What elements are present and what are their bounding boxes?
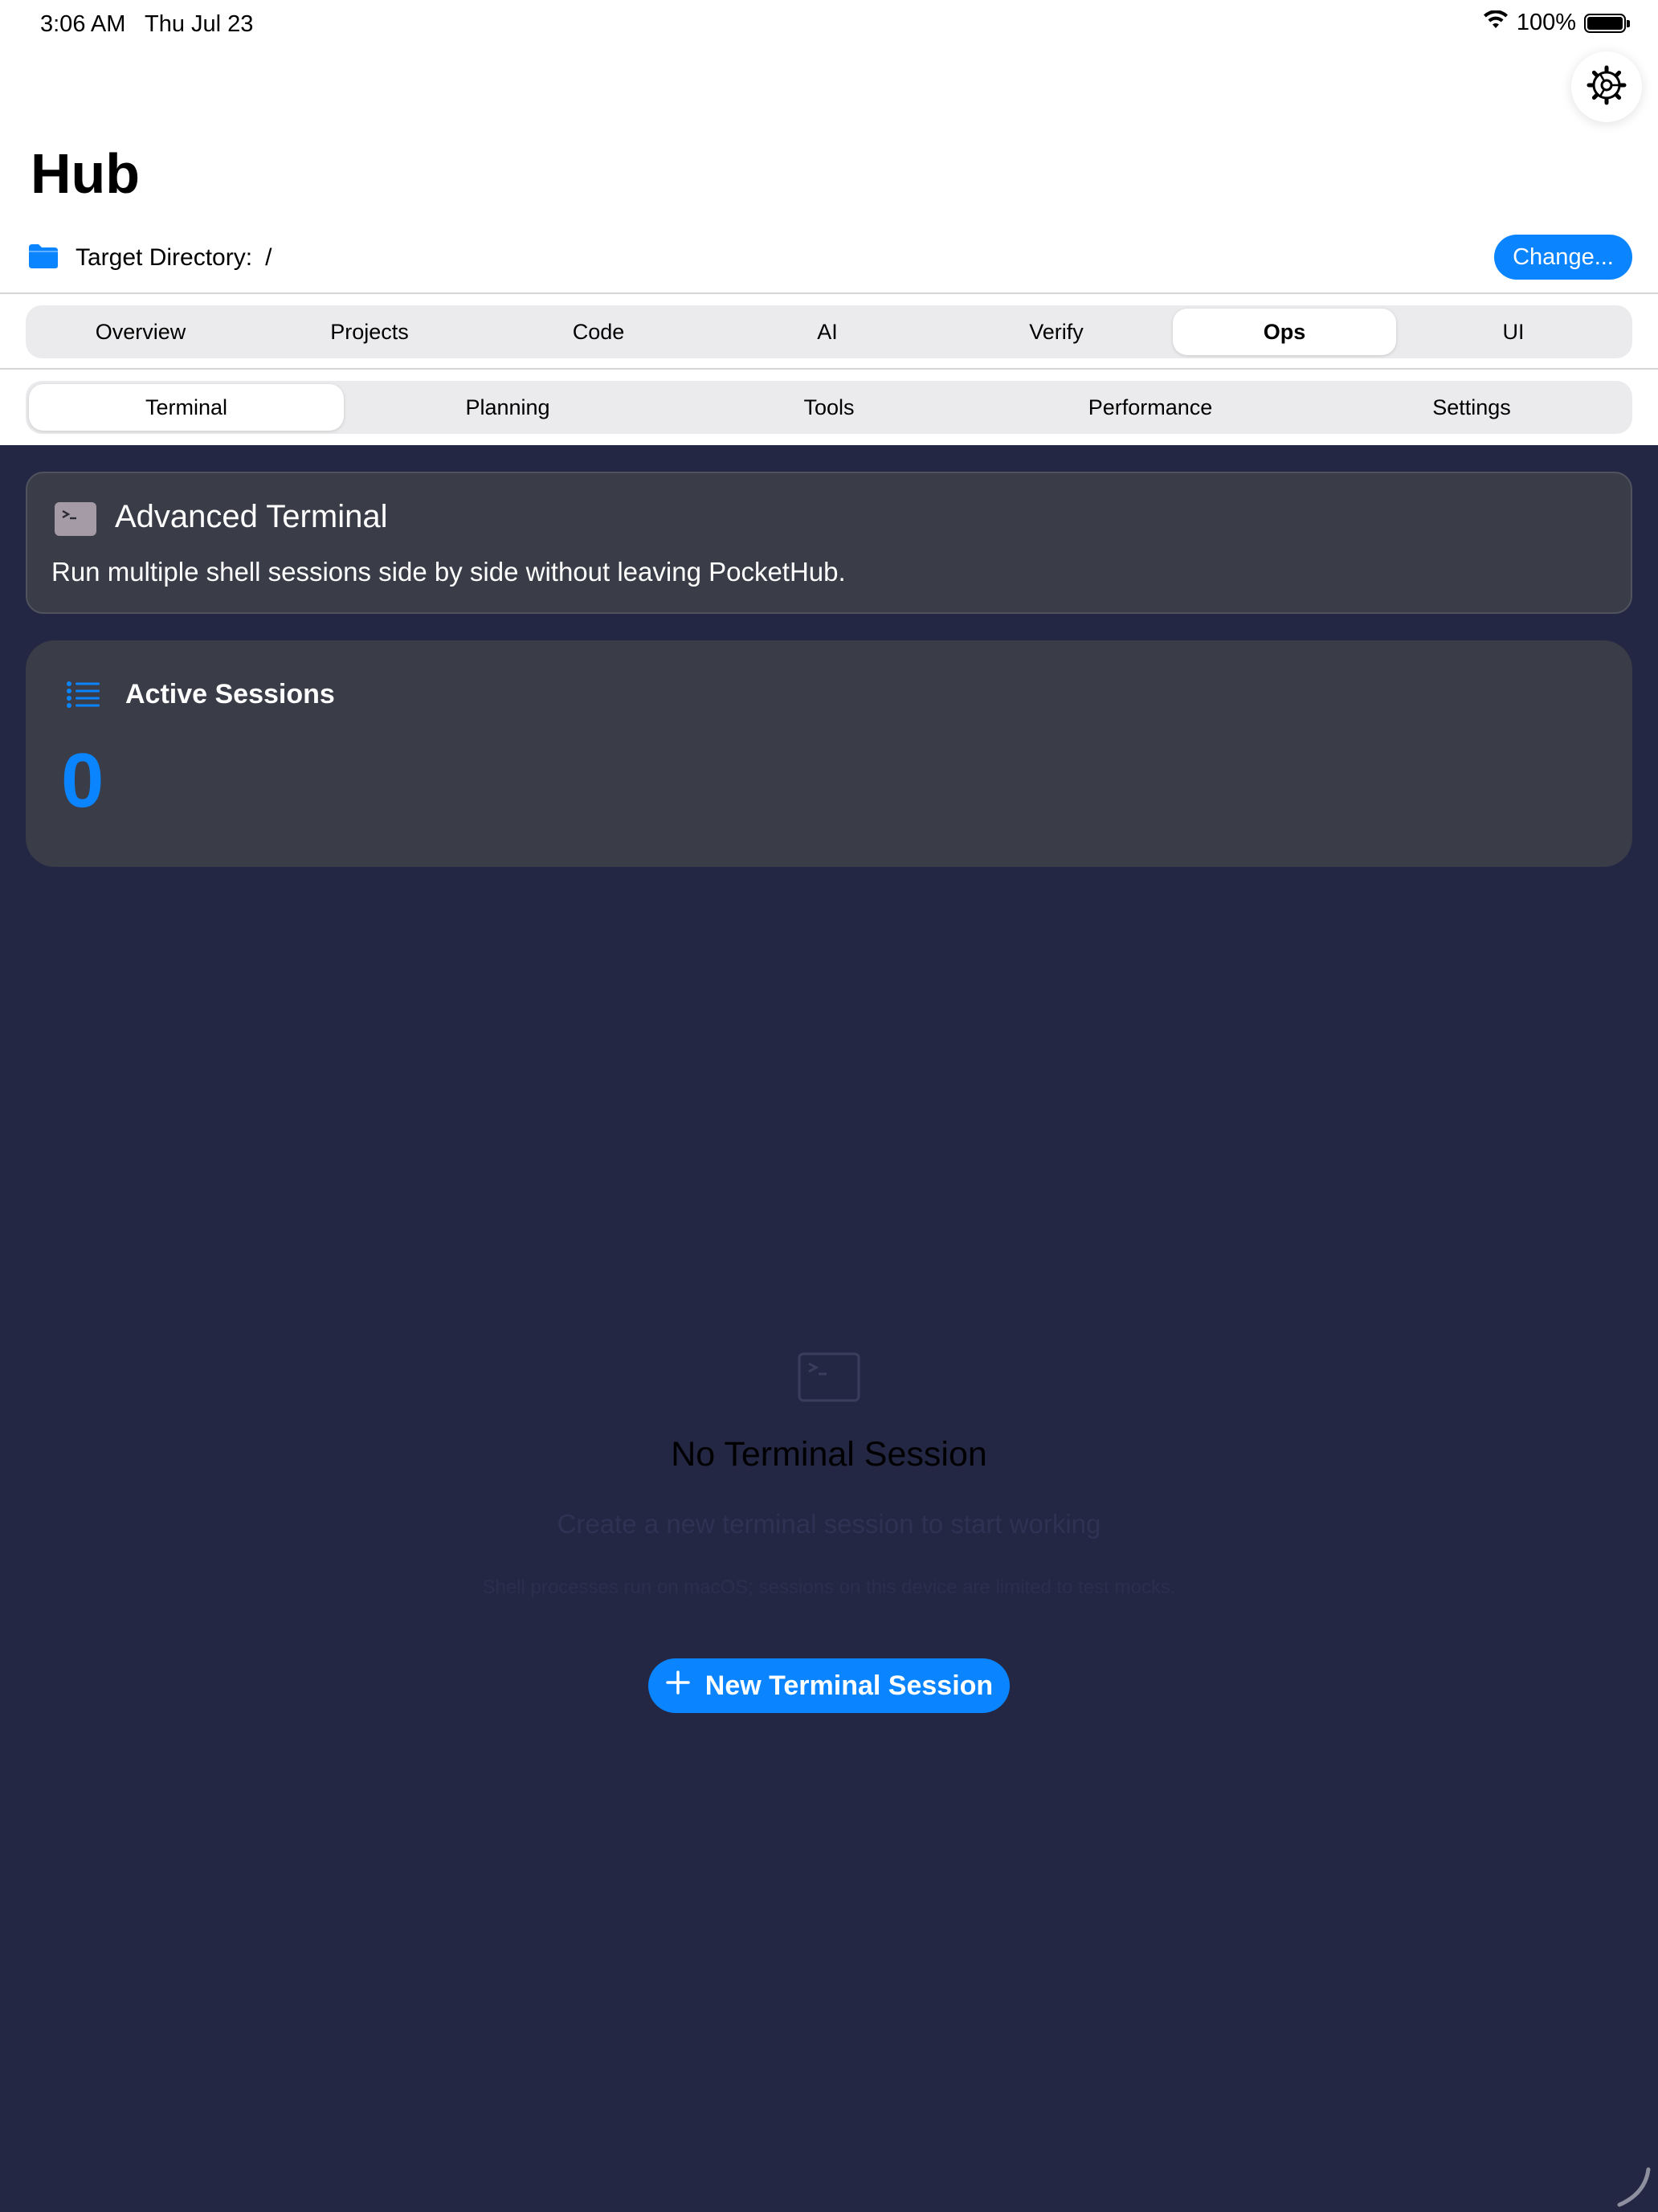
tab-settings[interactable]: Settings — [1314, 384, 1629, 431]
status-time: 3:06 AM — [40, 11, 126, 37]
new-terminal-session-label: New Terminal Session — [704, 1670, 994, 1701]
tab-ai[interactable]: AI — [716, 309, 939, 355]
header-area: 3:06 AM Thu Jul 23 100% Hub Target Direc… — [0, 0, 1658, 445]
gear-icon — [1587, 65, 1627, 109]
plus-icon — [665, 1670, 691, 1703]
terminal-icon — [798, 1352, 860, 1406]
resize-grip-icon[interactable] — [1610, 2165, 1655, 2212]
active-sessions-card: Active Sessions 0 — [26, 640, 1632, 867]
folder-icon — [27, 243, 59, 274]
empty-state-note: Shell processes run on macOS; sessions o… — [482, 1576, 1176, 1598]
tab-projects[interactable]: Projects — [258, 309, 481, 355]
status-bar: 3:06 AM Thu Jul 23 100% — [0, 0, 1658, 51]
wifi-icon — [1483, 10, 1509, 36]
target-directory-row: Target Directory: / — [27, 238, 272, 278]
tab-overview[interactable]: Overview — [29, 309, 252, 355]
battery-percent: 100% — [1516, 10, 1576, 35]
status-date: Thu Jul 23 — [145, 11, 254, 37]
tab-verify[interactable]: Verify — [945, 309, 1168, 355]
tab-planning[interactable]: Planning — [350, 384, 665, 431]
tab-code[interactable]: Code — [487, 309, 710, 355]
empty-state-title: No Terminal Session — [671, 1435, 987, 1474]
status-indicators: 100% — [1483, 10, 1630, 36]
tab-ops[interactable]: Ops — [1173, 309, 1396, 355]
tab-performance[interactable]: Performance — [993, 384, 1308, 431]
list-icon — [66, 681, 101, 712]
divider — [0, 368, 1658, 370]
top-tab-bar: Overview Projects Code AI Verify Ops UI — [26, 305, 1632, 358]
target-directory-label: Target Directory: — [76, 244, 253, 271]
tab-terminal[interactable]: Terminal — [29, 384, 344, 431]
advanced-terminal-description: Run multiple shell sessions side by side… — [51, 557, 846, 587]
tab-tools[interactable]: Tools — [672, 384, 986, 431]
page-title: Hub — [31, 142, 141, 205]
new-terminal-session-button[interactable]: New Terminal Session — [648, 1658, 1010, 1713]
terminal-icon — [55, 502, 96, 536]
change-directory-button[interactable]: Change... — [1494, 235, 1632, 280]
active-sessions-title: Active Sessions — [125, 679, 335, 709]
settings-button[interactable] — [1571, 51, 1642, 122]
active-sessions-count: 0 — [61, 738, 104, 824]
advanced-terminal-card: Advanced Terminal Run multiple shell ses… — [26, 472, 1632, 614]
divider — [0, 292, 1658, 294]
sub-tab-bar: Terminal Planning Tools Performance Sett… — [26, 381, 1632, 434]
empty-state-subtitle: Create a new terminal session to start w… — [557, 1509, 1101, 1539]
tab-ui[interactable]: UI — [1402, 309, 1625, 355]
battery-icon — [1584, 13, 1630, 33]
advanced-terminal-title: Advanced Terminal — [115, 499, 388, 534]
target-directory-value: / — [265, 244, 272, 271]
